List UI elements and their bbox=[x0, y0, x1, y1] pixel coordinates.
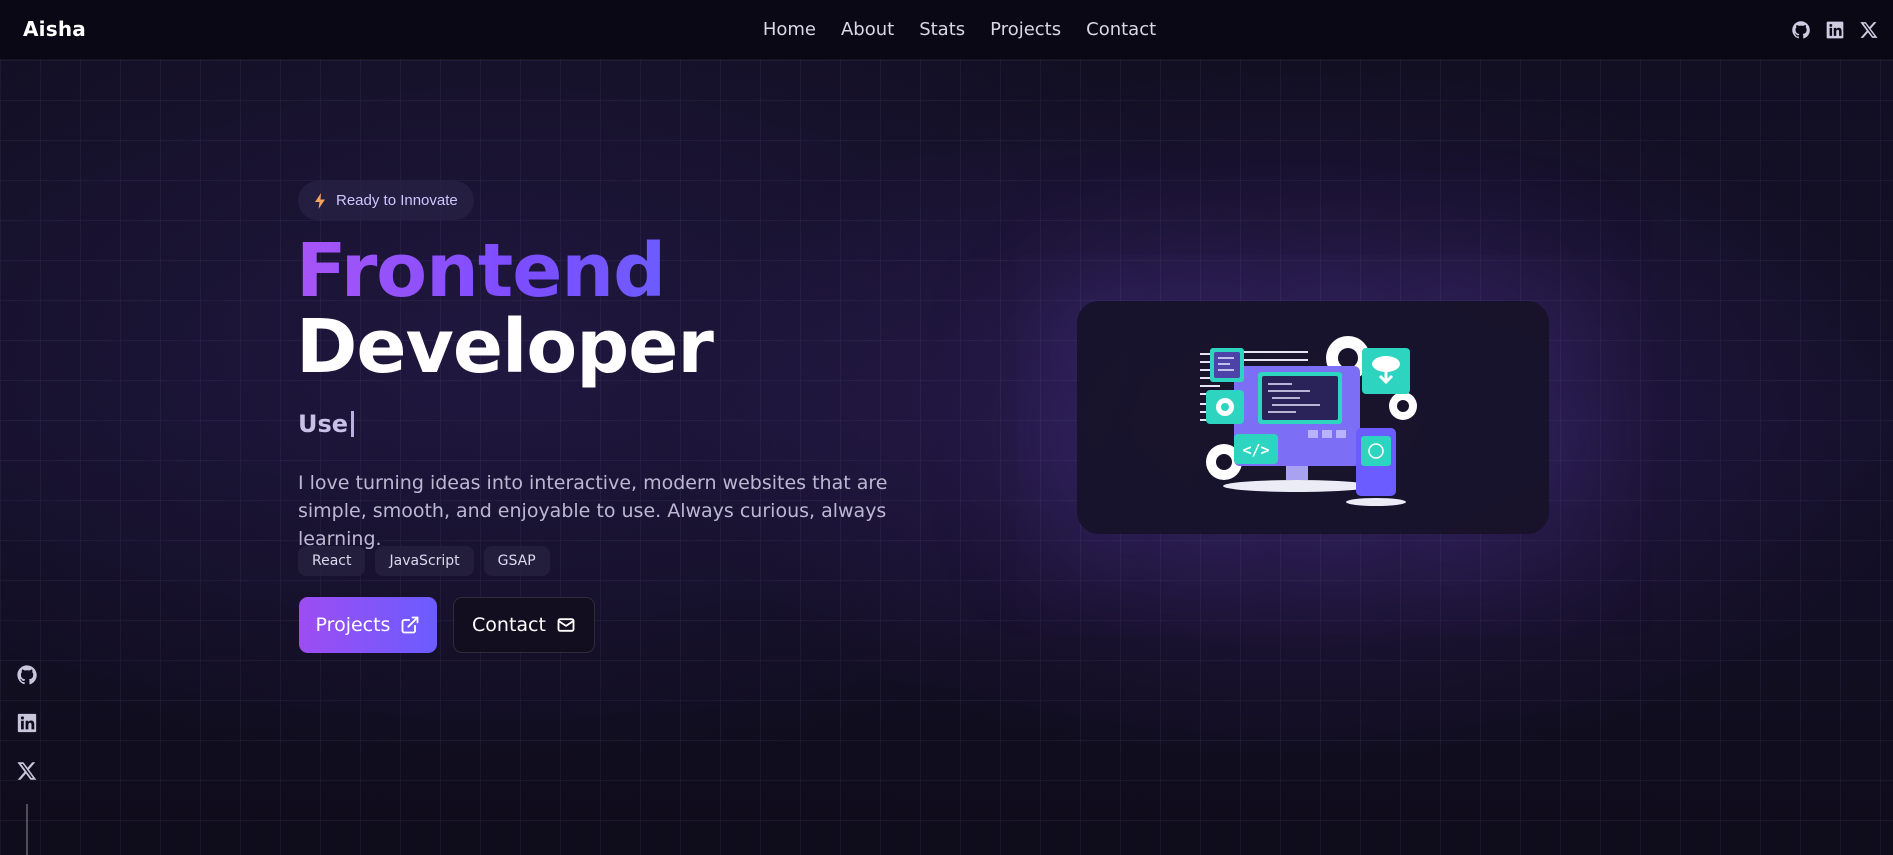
status-badge: Ready to Innovate bbox=[298, 181, 474, 220]
skill-tag-react: React bbox=[298, 546, 366, 576]
x-icon[interactable] bbox=[1859, 20, 1879, 40]
nav-links: Home About Stats Projects Contact bbox=[0, 19, 1893, 40]
developer-illustration: </> bbox=[1200, 336, 1417, 506]
side-divider-line bbox=[26, 804, 28, 855]
page: Aisha Home About Stats Projects Contact … bbox=[0, 0, 1893, 855]
typing-caret bbox=[351, 411, 355, 437]
background-grid bbox=[0, 60, 1893, 855]
nav-link-about[interactable]: About bbox=[841, 19, 894, 40]
status-badge-label: Ready to Innovate bbox=[336, 192, 458, 209]
skill-tag-gsap: GSAP bbox=[483, 546, 550, 576]
nav-link-contact[interactable]: Contact bbox=[1086, 19, 1156, 40]
side-social-links bbox=[16, 664, 38, 782]
svg-text:</>: </> bbox=[1242, 441, 1269, 459]
github-icon[interactable] bbox=[16, 664, 38, 686]
lightning-icon bbox=[315, 192, 325, 209]
typewriter-text: Use bbox=[298, 410, 355, 438]
skill-tags: React JavaScript GSAP bbox=[298, 546, 550, 576]
cloud-download-card-graphic bbox=[1362, 348, 1410, 394]
hero-description: I love turning ideas into interactive, m… bbox=[298, 472, 888, 550]
contact-button[interactable]: Contact bbox=[453, 597, 595, 653]
top-social-links bbox=[1791, 20, 1879, 40]
code-tag-card-graphic: </> bbox=[1234, 434, 1278, 464]
window-graphic bbox=[1210, 348, 1244, 382]
x-icon[interactable] bbox=[16, 760, 38, 782]
gear-icon bbox=[1389, 392, 1417, 420]
nav-link-home[interactable]: Home bbox=[763, 19, 816, 40]
nav-link-projects[interactable]: Projects bbox=[990, 19, 1061, 40]
github-icon[interactable] bbox=[1791, 20, 1811, 40]
hero-title-line-2: Developer bbox=[296, 304, 714, 390]
nav-link-stats[interactable]: Stats bbox=[919, 19, 965, 40]
settings-card-graphic bbox=[1206, 390, 1244, 424]
linkedin-icon[interactable] bbox=[1825, 20, 1845, 40]
projects-button[interactable]: Projects bbox=[299, 597, 437, 653]
linkedin-icon[interactable] bbox=[16, 712, 38, 734]
mail-icon bbox=[557, 618, 575, 632]
projects-button-label: Projects bbox=[315, 614, 391, 636]
skill-tag-javascript: JavaScript bbox=[375, 546, 474, 576]
typewriter-value: Use bbox=[298, 410, 349, 438]
external-link-icon bbox=[402, 616, 419, 634]
navbar: Aisha Home About Stats Projects Contact bbox=[0, 0, 1893, 60]
monitor-graphic bbox=[1223, 366, 1371, 492]
contact-button-label: Contact bbox=[472, 614, 546, 636]
